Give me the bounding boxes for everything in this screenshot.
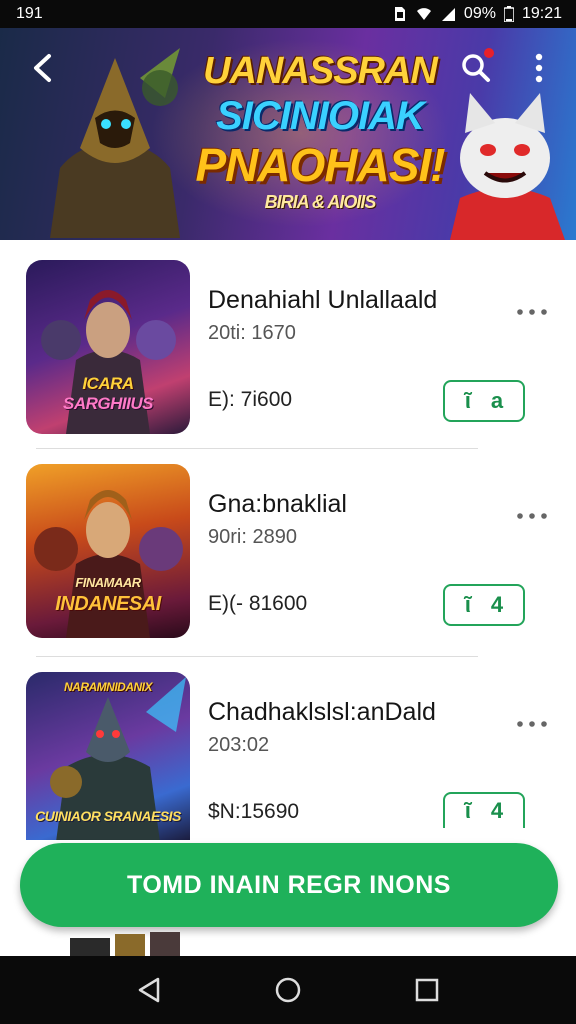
- thumbnail-subtitle: CUINIAOR SRANAESIS: [35, 808, 181, 824]
- thumbnail-title: FINAMAAR: [75, 575, 141, 590]
- banner-title-line2: SICINIOIAK: [216, 94, 425, 138]
- item-more-button[interactable]: [514, 506, 550, 526]
- list-item[interactable]: ICARA SARGHIIUS Denahiahl Unlallaald 20t…: [0, 240, 576, 440]
- promo-banner[interactable]: UANASSRAN SICINIOIAK PNAOHASI! BIRIA & A…: [0, 28, 576, 240]
- status-left-text: 191: [16, 5, 43, 22]
- thumbnail-title: NARAMNIDANIX: [64, 680, 153, 694]
- nav-recents-button[interactable]: [403, 966, 451, 1014]
- status-icons: 09% 19:21: [392, 5, 562, 23]
- more-horiz-icon: [517, 309, 547, 315]
- cat-mascot-illustration: [450, 93, 565, 240]
- list-item[interactable]: NARAMNIDANIX CUINIAOR SRANAESIS Chadhakl…: [0, 652, 576, 840]
- game-list[interactable]: ICARA SARGHIIUS Denahiahl Unlallaald 20t…: [0, 240, 576, 840]
- get-button-label: a: [490, 388, 504, 413]
- game-name[interactable]: Denahiahl Unlallaald: [208, 286, 437, 315]
- get-button-glyph: ῖ: [464, 388, 472, 413]
- game-subtitle: 203:02: [208, 734, 270, 756]
- armored-hero-illustration: [50, 48, 180, 238]
- game-thumbnail[interactable]: FINAMAAR INDANESAI: [26, 464, 190, 638]
- game-thumbnail[interactable]: ICARA SARGHIIUS: [26, 260, 190, 434]
- more-horiz-icon: [517, 513, 547, 519]
- battery-icon: [503, 6, 514, 22]
- nav-back-button[interactable]: [125, 966, 173, 1014]
- game-subtitle: 20ti: 1670: [208, 322, 296, 344]
- more-options-button[interactable]: [522, 48, 556, 88]
- primary-cta-button[interactable]: TOMD INAIN REGR INONS: [20, 843, 558, 927]
- game-subtitle: 90ri: 2890: [208, 526, 297, 548]
- get-button[interactable]: ῖ 4: [443, 792, 525, 828]
- get-button[interactable]: ῖ a: [443, 380, 525, 422]
- wifi-icon: [416, 8, 431, 20]
- game-name[interactable]: Chadhaklslsl:anDald: [208, 698, 436, 727]
- signal-icon: [441, 8, 455, 21]
- more-vert-icon: [535, 53, 543, 83]
- get-button-label: 4: [490, 592, 504, 617]
- get-button-glyph: ῖ: [464, 798, 472, 823]
- sim-icon: [394, 7, 405, 21]
- partial-art: [70, 932, 180, 956]
- status-bar: 191 09% 19:21: [0, 0, 576, 28]
- recents-square-icon: [415, 978, 438, 1002]
- item-more-button[interactable]: [514, 302, 550, 322]
- nav-home-button[interactable]: [264, 966, 312, 1014]
- get-button-label: 4: [490, 798, 504, 823]
- get-button[interactable]: ῖ 4: [443, 584, 525, 626]
- system-nav-bar: [0, 956, 576, 1024]
- banner-title-line3: PNAOHASI!: [195, 139, 445, 191]
- back-triangle-icon: [139, 977, 160, 1003]
- game-name[interactable]: Gna:bnaklial: [208, 490, 347, 519]
- notification-dot: [484, 48, 494, 58]
- list-item[interactable]: FINAMAAR INDANESAI Gna:bnaklial 90ri: 28…: [0, 444, 576, 644]
- more-horiz-icon: [517, 721, 547, 727]
- game-thumbnail[interactable]: NARAMNIDANIX CUINIAOR SRANAESIS: [26, 672, 190, 840]
- banner-subtitle: BIRIA & AIOIIS: [264, 192, 377, 212]
- back-button[interactable]: [22, 48, 62, 88]
- item-more-button[interactable]: [514, 714, 550, 734]
- thumbnail-subtitle: SARGHIIUS: [63, 394, 153, 413]
- home-circle-icon: [275, 977, 301, 1003]
- next-item-thumbnail-peek: [70, 932, 180, 956]
- clock: 19:21: [521, 5, 562, 22]
- get-button-glyph: ῖ: [464, 592, 472, 617]
- game-price: E): 7i600: [208, 388, 293, 411]
- thumbnail-title: ICARA: [82, 374, 134, 393]
- thumbnail-subtitle: INDANESAI: [55, 593, 161, 615]
- banner-title-line1: UANASSRAN: [203, 50, 438, 92]
- game-price: E)(- 81600: [208, 592, 308, 615]
- battery-percent: 09%: [463, 5, 496, 22]
- back-icon: [34, 54, 51, 82]
- game-price: $N:15690: [208, 800, 300, 823]
